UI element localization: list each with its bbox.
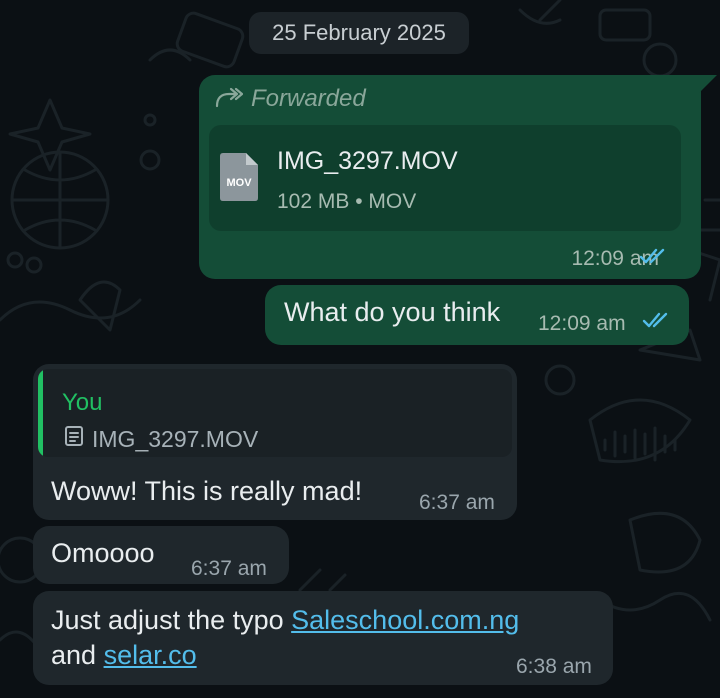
message-time: 6:37 am: [191, 557, 267, 580]
double-check-icon: [639, 248, 665, 264]
message-time: 6:38 am: [516, 655, 592, 678]
date-divider: 25 February 2025: [249, 12, 469, 54]
quote-author: You: [62, 389, 103, 416]
message-time: 6:37 am: [419, 491, 495, 514]
quoted-message[interactable]: You IMG_3297.MOV: [38, 369, 512, 457]
file-name: IMG_3297.MOV: [277, 147, 458, 175]
forward-icon: [215, 86, 244, 113]
message-text: Woww! This is really mad!: [51, 476, 363, 506]
file-icon: MOV: [220, 153, 258, 201]
quote-content: IMG_3297.MOV: [64, 425, 258, 453]
message-text: What do you think: [284, 297, 501, 327]
message-text: Just adjust the typo: [51, 605, 292, 635]
quote-text: IMG_3297.MOV: [92, 425, 259, 452]
message-line-2: and selar.co: [51, 640, 197, 671]
forwarded-label: Forwarded: [251, 85, 366, 112]
quote-accent-bar: [38, 369, 43, 457]
message-omoooo[interactable]: Omoooo 6:37 am: [33, 526, 289, 584]
file-badge: MOV: [226, 177, 252, 189]
document-icon: [64, 425, 84, 453]
message-text: Omoooo: [51, 538, 155, 568]
message-line-1: Just adjust the typo Saleschool.com.ng: [51, 605, 519, 636]
message-time: 12:09 am: [538, 312, 626, 335]
link-saleschool[interactable]: Saleschool.com.ng: [291, 605, 519, 635]
message-what-do-you-think[interactable]: What do you think 12:09 am: [265, 285, 689, 345]
message-adjust-typo[interactable]: Just adjust the typo Saleschool.com.ng a…: [33, 591, 613, 685]
file-attachment[interactable]: MOV IMG_3297.MOV 102 MB • MOV: [209, 125, 681, 231]
double-check-icon: [642, 312, 668, 328]
message-reply[interactable]: You IMG_3297.MOV Woww! This is really ma…: [33, 364, 517, 520]
bubble-tail: [699, 75, 717, 93]
message-forwarded-file[interactable]: Forwarded MOV IMG_3297.MOV 102 MB • MOV …: [199, 75, 701, 279]
forwarded-indicator: Forwarded: [215, 85, 366, 113]
message-text: and: [51, 640, 104, 670]
file-meta: 102 MB • MOV: [277, 190, 417, 213]
link-selar[interactable]: selar.co: [104, 640, 197, 670]
